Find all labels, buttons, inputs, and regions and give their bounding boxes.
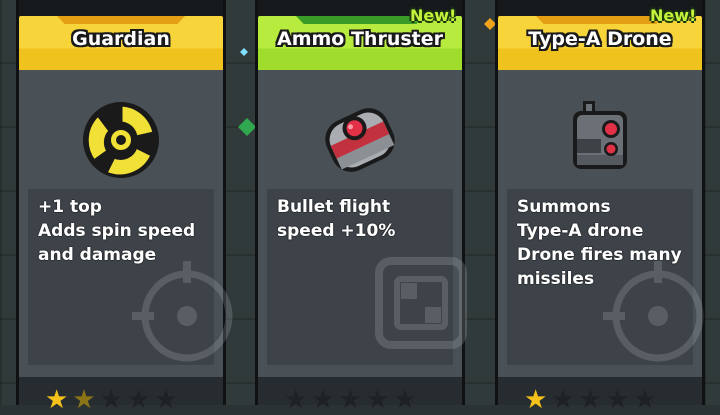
upgrade-card-guardian[interactable]: Guardian +1 top Adds spin speed and dama… xyxy=(16,0,233,413)
star-icon: ★ xyxy=(551,385,575,415)
map-icon xyxy=(375,257,467,349)
star-rating: ★ ★ ★ ★ ★ xyxy=(19,377,223,413)
thruster-icon xyxy=(315,95,405,185)
new-badge: New! xyxy=(410,6,457,25)
header-notch xyxy=(536,16,664,24)
description-box: Summons Type-A drone Drone fires many mi… xyxy=(507,189,704,365)
header-notch xyxy=(57,16,185,24)
card-title: Guardian xyxy=(72,28,170,50)
card-description: Summons Type-A drone Drone fires many mi… xyxy=(517,197,682,289)
star-icon: ★ xyxy=(284,385,308,415)
star-rating: ★ ★ ★ ★ ★ xyxy=(258,377,462,413)
star-icon: ★ xyxy=(126,385,151,415)
star-icon: ★ xyxy=(365,385,390,415)
star-rating: ★ ★ ★ ★ ★ xyxy=(498,377,702,413)
star-icon: ★ xyxy=(154,385,178,415)
header-notch xyxy=(296,16,424,24)
card-description: +1 top Adds spin speed and damage xyxy=(38,197,196,265)
shuriken-icon xyxy=(76,95,166,185)
drone-icon xyxy=(555,95,645,185)
card-body: +1 top Adds spin speed and damage ★ ★ ★ … xyxy=(19,70,233,413)
star-icon: ★ xyxy=(393,385,417,415)
sparkle-icon xyxy=(238,118,256,136)
sparkle-icon xyxy=(240,48,248,56)
star-icon: ★ xyxy=(311,385,335,415)
star-icon: ★ xyxy=(338,385,362,415)
upgrade-card-ammo-thruster[interactable]: Ammo Thruster Bullet flight speed +10% ★… xyxy=(255,0,467,413)
card-body: Summons Type-A drone Drone fires many mi… xyxy=(498,70,704,413)
card-body: Bullet flight speed +10% ★ ★ ★ ★ ★ xyxy=(258,70,467,413)
description-box: +1 top Adds spin speed and damage xyxy=(28,189,233,365)
card-title: Ammo Thruster xyxy=(277,28,443,50)
upgrade-card-type-a-drone[interactable]: Type-A Drone Summons Type-A drone Drone … xyxy=(495,0,705,413)
star-icon: ★ xyxy=(524,385,548,415)
new-badge: New! xyxy=(650,6,697,25)
star-icon: ★ xyxy=(578,385,602,415)
crosshair-icon xyxy=(132,261,233,362)
description-box: Bullet flight speed +10% xyxy=(267,189,467,365)
card-title: Type-A Drone xyxy=(528,28,672,50)
star-icon: ★ xyxy=(605,385,630,415)
star-icon: ★ xyxy=(72,385,96,415)
star-icon: ★ xyxy=(45,385,69,415)
card-description: Bullet flight speed +10% xyxy=(277,197,396,241)
star-icon: ★ xyxy=(99,385,123,415)
star-icon: ★ xyxy=(633,385,657,415)
